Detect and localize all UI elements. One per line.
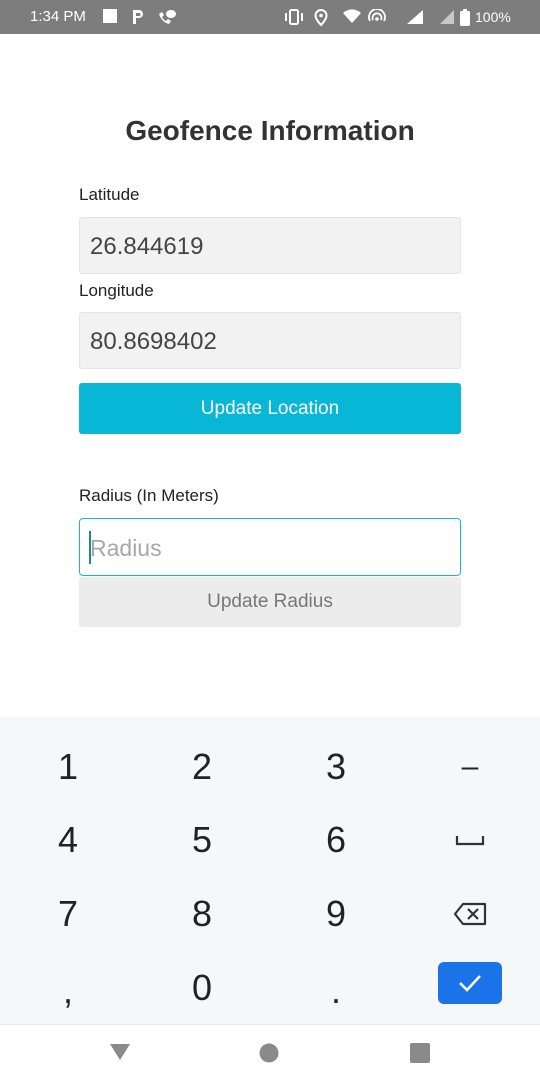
numeric-keyboard: 1 2 3 – 4 5 6 7 8 9 , 0 . [0, 717, 540, 1024]
key-5[interactable]: 5 [162, 813, 242, 867]
navigation-bar [0, 1024, 540, 1080]
key-period[interactable]: . [296, 964, 376, 1018]
latitude-label: Latitude [79, 185, 140, 204]
vibrate-icon [284, 9, 304, 25]
radius-label: Radius (In Meters) [79, 486, 219, 505]
longitude-label: Longitude [79, 281, 154, 300]
backspace-icon [453, 902, 487, 926]
home-icon[interactable] [259, 1043, 279, 1063]
key-space[interactable] [430, 813, 510, 867]
key-0[interactable]: 0 [162, 961, 242, 1015]
key-3[interactable]: 3 [296, 740, 376, 794]
stop-icon [103, 9, 117, 23]
longitude-field[interactable]: 80.8698402 [79, 312, 461, 369]
key-6[interactable]: 6 [296, 813, 376, 867]
hotspot-icon [367, 9, 387, 26]
update-location-button[interactable]: Update Location [79, 383, 461, 434]
signal-icon-2 [439, 9, 455, 25]
key-7[interactable]: 7 [28, 887, 108, 941]
longitude-value: 80.8698402 [90, 328, 217, 355]
key-2[interactable]: 2 [162, 740, 242, 794]
space-icon [455, 836, 485, 846]
radius-placeholder: Radius [90, 535, 162, 561]
back-icon[interactable] [109, 1043, 131, 1061]
battery-icon [460, 9, 470, 26]
key-9[interactable]: 9 [296, 887, 376, 941]
location-icon [314, 9, 328, 26]
latitude-value: 26.844619 [90, 233, 204, 260]
checkmark-icon [459, 975, 481, 992]
phone-chat-icon [158, 9, 176, 25]
status-time: 1:34 PM [30, 8, 86, 25]
update-radius-button[interactable]: Update Radius [79, 577, 461, 627]
key-4[interactable]: 4 [28, 813, 108, 867]
page-title: Geofence Information [125, 115, 415, 146]
latitude-field[interactable]: 26.844619 [79, 217, 461, 274]
radius-input[interactable]: Radius [79, 518, 461, 576]
parking-icon [131, 9, 145, 25]
key-minus[interactable]: – [430, 740, 510, 794]
status-bar: 1:34 PM 100% [0, 0, 540, 34]
battery-percentage: 100% [475, 9, 511, 25]
key-backspace[interactable] [430, 887, 510, 941]
done-key[interactable] [438, 962, 502, 1004]
key-8[interactable]: 8 [162, 887, 242, 941]
text-cursor [89, 531, 91, 564]
key-1[interactable]: 1 [28, 740, 108, 794]
key-comma[interactable]: , [28, 964, 108, 1018]
signal-icon [406, 9, 424, 25]
wifi-icon [343, 9, 361, 24]
recents-icon[interactable] [410, 1043, 430, 1063]
